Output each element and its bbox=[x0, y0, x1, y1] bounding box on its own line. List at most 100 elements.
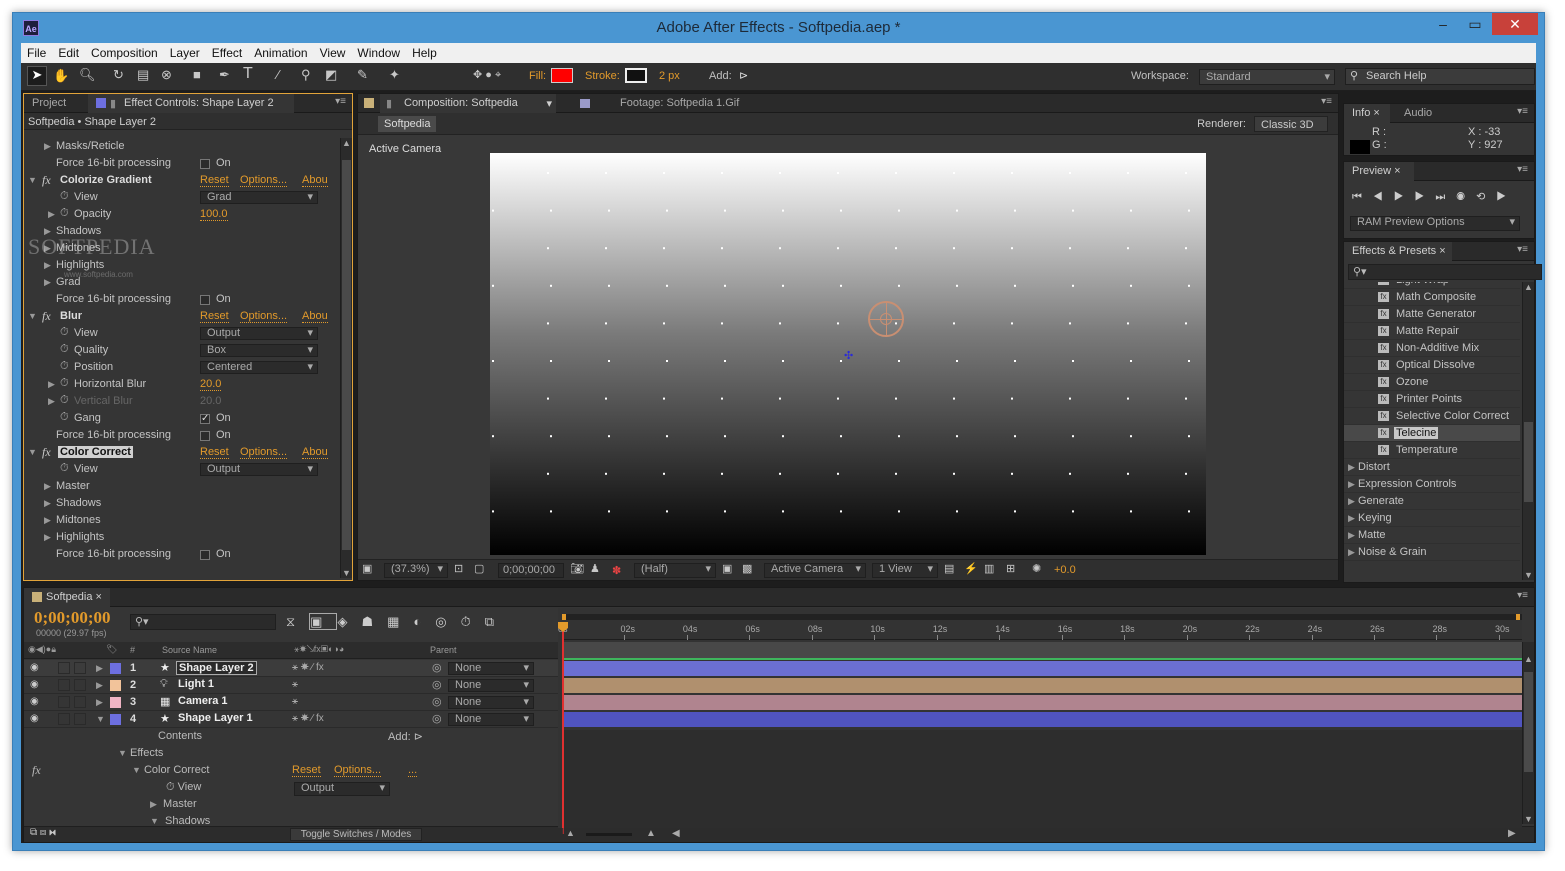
property-value[interactable]: 100.0 bbox=[200, 208, 228, 221]
timeline-scrollbar[interactable]: ▲ ▼ bbox=[1522, 642, 1534, 824]
expand-icon[interactable]: ▶ bbox=[96, 663, 103, 674]
expand-icon[interactable]: ▶ bbox=[44, 498, 51, 509]
search-help-input[interactable]: ⚲ Search Help bbox=[1345, 68, 1535, 85]
view-property-select[interactable]: Output bbox=[294, 782, 390, 796]
options-link[interactable]: Options... bbox=[334, 764, 382, 777]
expand-icon[interactable]: ▼ bbox=[132, 765, 141, 775]
zoom-out-icon[interactable]: ▲ bbox=[566, 828, 575, 838]
always-preview-icon[interactable]: ▣ bbox=[362, 562, 372, 575]
property-checkbox[interactable] bbox=[200, 295, 210, 305]
effect-category[interactable]: ▶ Noise & Grain bbox=[1344, 544, 1520, 561]
panel-menu-icon[interactable]: ▾≡ bbox=[1517, 590, 1528, 601]
snapshot-icon[interactable]: 📷︎ bbox=[570, 562, 584, 575]
effect-name[interactable]: Colorize Gradient bbox=[58, 174, 154, 186]
parent-pickwhip-icon[interactable]: ◎ bbox=[432, 712, 442, 725]
menu-layer[interactable]: Layer bbox=[164, 43, 206, 60]
comp-tab-dropdown-icon[interactable]: ▾ bbox=[546, 97, 552, 110]
expand-icon[interactable]: ▶ bbox=[1348, 513, 1355, 524]
visibility-eye-icon[interactable]: ◉ bbox=[30, 662, 39, 673]
effect-control-row[interactable]: ⏱ View Output bbox=[24, 325, 338, 342]
expand-icon[interactable]: ▶ bbox=[1348, 479, 1355, 490]
about-link[interactable]: ... bbox=[408, 764, 418, 777]
tab-timeline[interactable]: Softpedia × bbox=[24, 588, 110, 607]
options-link[interactable]: Options... bbox=[240, 446, 288, 459]
collapse-icon[interactable]: ▼ bbox=[28, 311, 37, 321]
menu-window[interactable]: Window bbox=[351, 43, 406, 60]
time-ruler[interactable]: 0s02s04s06s08s10s12s14s16s18s20s22s24s26… bbox=[558, 622, 1522, 640]
layer-label-color[interactable] bbox=[110, 680, 121, 691]
property-select[interactable]: Output bbox=[200, 327, 318, 340]
property-checkbox[interactable] bbox=[200, 550, 210, 560]
timeline-current-time[interactable]: 0;00;00;00 bbox=[34, 608, 110, 628]
comp-canvas[interactable]: ✣ bbox=[490, 153, 1206, 555]
hand-tool-icon[interactable]: ✋ bbox=[53, 68, 69, 84]
brainstorm-icon[interactable]: ◐ bbox=[413, 614, 435, 629]
hide-shy-icon[interactable]: ◈ bbox=[337, 614, 361, 629]
solo-toggle[interactable] bbox=[58, 679, 70, 691]
effect-control-row[interactable]: ▶ Master bbox=[24, 478, 338, 495]
effect-item[interactable]: fx Optical Dissolve bbox=[1344, 357, 1520, 374]
visibility-eye-icon[interactable]: ◉ bbox=[30, 696, 39, 707]
tab-project[interactable]: Project bbox=[24, 94, 82, 113]
panel-menu-icon[interactable]: ▾≡ bbox=[1517, 106, 1528, 117]
audio-icon[interactable]: ◉ bbox=[1456, 191, 1476, 203]
effect-control-row[interactable]: ▶ Midtones bbox=[24, 512, 338, 529]
effect-control-row[interactable]: Force 16-bit processing On bbox=[24, 155, 338, 172]
current-time-field[interactable]: 0;00;00;00 bbox=[498, 563, 564, 578]
tab-footage[interactable]: Footage: Softpedia 1.Gif bbox=[612, 94, 792, 113]
reset-link[interactable]: Reset bbox=[200, 174, 229, 187]
layer-duration-bar[interactable] bbox=[562, 661, 1522, 676]
previous-frame-icon[interactable]: ◀ bbox=[1373, 191, 1394, 203]
expand-icon[interactable]: ▼ bbox=[118, 748, 127, 758]
solo-toggle[interactable] bbox=[58, 696, 70, 708]
solo-toggle[interactable] bbox=[58, 713, 70, 725]
solo-toggle[interactable] bbox=[58, 662, 70, 674]
menu-file[interactable]: File bbox=[21, 43, 52, 60]
lock-toggle[interactable] bbox=[74, 679, 86, 691]
parent-select[interactable]: None bbox=[448, 662, 534, 675]
menu-animation[interactable]: Animation bbox=[248, 43, 313, 60]
menu-effect[interactable]: Effect bbox=[206, 43, 248, 60]
col-source-name[interactable]: Source Name bbox=[162, 645, 217, 655]
stopwatch-icon[interactable]: ⏱ bbox=[60, 394, 69, 407]
layer-label-color[interactable] bbox=[110, 697, 121, 708]
transparency-grid-icon[interactable]: ▩ bbox=[742, 562, 752, 575]
stopwatch-icon[interactable]: ⏱ bbox=[60, 190, 69, 203]
timeline-icon[interactable]: ▥ bbox=[984, 562, 994, 575]
lock-toggle[interactable] bbox=[74, 713, 86, 725]
effect-item[interactable]: fx Ozone bbox=[1344, 374, 1520, 391]
stopwatch-icon[interactable]: ⏱ bbox=[60, 207, 69, 220]
fx-toggle-icon[interactable]: fx bbox=[42, 309, 51, 324]
fx-toggle-icon[interactable]: fx bbox=[42, 445, 51, 460]
layer-label-color[interactable] bbox=[110, 663, 121, 674]
layer-switches-icon[interactable]: ⚹ bbox=[292, 679, 298, 690]
parent-select[interactable]: None bbox=[448, 713, 534, 726]
effect-control-row[interactable]: Force 16-bit processing On bbox=[24, 291, 338, 308]
scroll-down-icon[interactable]: ▼ bbox=[1524, 814, 1533, 824]
view-layout-select[interactable]: 1 View bbox=[872, 563, 938, 578]
draft-3d-icon[interactable]: ▣ bbox=[309, 613, 338, 630]
collapse-icon[interactable]: ▼ bbox=[28, 447, 37, 457]
stroke-width-value[interactable]: 2 px bbox=[659, 70, 680, 82]
reset-link[interactable]: Reset bbox=[292, 764, 321, 777]
tab-audio[interactable]: Audio bbox=[1396, 104, 1446, 123]
time-graph[interactable]: 0s02s04s06s08s10s12s14s16s18s20s22s24s26… bbox=[558, 608, 1522, 836]
scroll-thumb[interactable] bbox=[342, 160, 351, 550]
fill-swatch[interactable] bbox=[551, 68, 573, 83]
layer-row[interactable]: ◉ ▶ 1 ★ Shape Layer 2 ⚹ ☀ ∕ fx ◎ None bbox=[24, 660, 558, 677]
zoom-select[interactable]: (37.3%) bbox=[384, 563, 448, 578]
effect-control-row[interactable]: ▶ ⏱ Vertical Blur 20.0 bbox=[24, 393, 338, 410]
scroll-left-icon[interactable]: ◀ bbox=[672, 828, 680, 839]
minimize-icon[interactable]: – bbox=[1428, 13, 1458, 35]
layer-duration-bar[interactable] bbox=[562, 678, 1522, 693]
expand-icon[interactable]: ▶ bbox=[1348, 496, 1355, 507]
expand-icon[interactable]: ▼ bbox=[150, 816, 159, 826]
layer-name[interactable]: Shape Layer 2 bbox=[176, 661, 257, 675]
collapse-icon[interactable]: ▼ bbox=[28, 175, 37, 185]
resolution-select[interactable]: (Half) bbox=[634, 563, 716, 578]
panel-menu-icon[interactable]: ▾≡ bbox=[335, 96, 346, 107]
layer-switches-icon[interactable]: ⚹ ☀ ∕ fx bbox=[292, 713, 324, 724]
layer-row[interactable]: ◉ ▶ 2 💡︎ Light 1 ⚹ ◎ None bbox=[24, 677, 558, 694]
property-select[interactable]: Grad bbox=[200, 191, 318, 204]
scroll-down-icon[interactable]: ▼ bbox=[1524, 570, 1533, 580]
